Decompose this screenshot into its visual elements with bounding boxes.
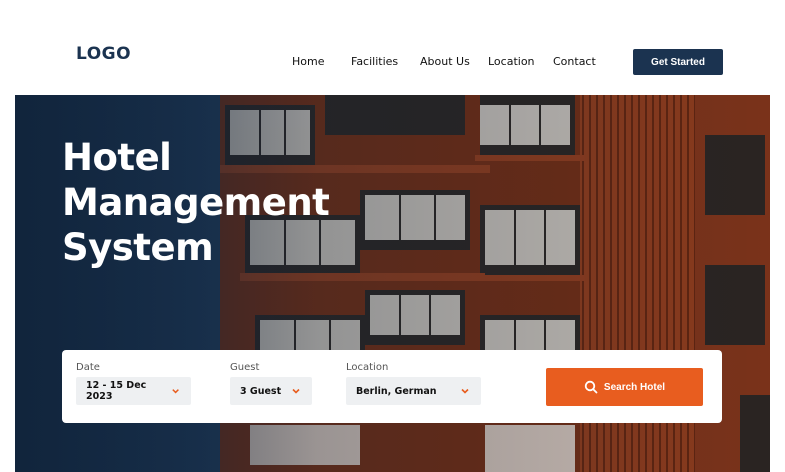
chevron-down-icon bbox=[461, 388, 469, 394]
logo[interactable]: LOGO bbox=[76, 44, 131, 64]
nav-location[interactable]: Location bbox=[488, 55, 535, 68]
guest-select[interactable]: 3 Guest bbox=[230, 377, 312, 405]
hero-title-line-2: Management bbox=[62, 181, 330, 224]
guest-label: Guest bbox=[230, 362, 260, 373]
search-icon bbox=[584, 380, 598, 394]
location-value: Berlin, German bbox=[356, 385, 437, 397]
search-hotel-button[interactable]: Search Hotel bbox=[546, 368, 703, 406]
site-header: LOGO Home Facilities About Us Location C… bbox=[0, 0, 785, 94]
chevron-down-icon bbox=[292, 388, 300, 394]
search-hotel-label: Search Hotel bbox=[603, 381, 666, 393]
nav-about-us[interactable]: About Us bbox=[420, 55, 470, 68]
hero-title-line-1: Hotel bbox=[62, 136, 172, 179]
get-started-button[interactable]: Get Started bbox=[633, 49, 723, 75]
location-label: Location bbox=[346, 362, 389, 373]
date-label: Date bbox=[76, 362, 100, 373]
date-value: 12 - 15 Dec 2023 bbox=[86, 380, 147, 402]
chevron-down-icon bbox=[172, 389, 179, 394]
date-select[interactable]: 12 - 15 Dec 2023 bbox=[76, 377, 191, 405]
hero-title-line-3: System bbox=[62, 226, 214, 269]
guest-value: 3 Guest bbox=[240, 385, 282, 397]
hero-title: Hotel Management System bbox=[62, 135, 330, 270]
location-select[interactable]: Berlin, German bbox=[346, 377, 481, 405]
search-panel: Date 12 - 15 Dec 2023 Guest 3 Guest Loca… bbox=[62, 350, 722, 423]
nav-facilities[interactable]: Facilities bbox=[351, 55, 398, 68]
nav-contact[interactable]: Contact bbox=[553, 55, 596, 68]
nav-home[interactable]: Home bbox=[292, 55, 324, 68]
